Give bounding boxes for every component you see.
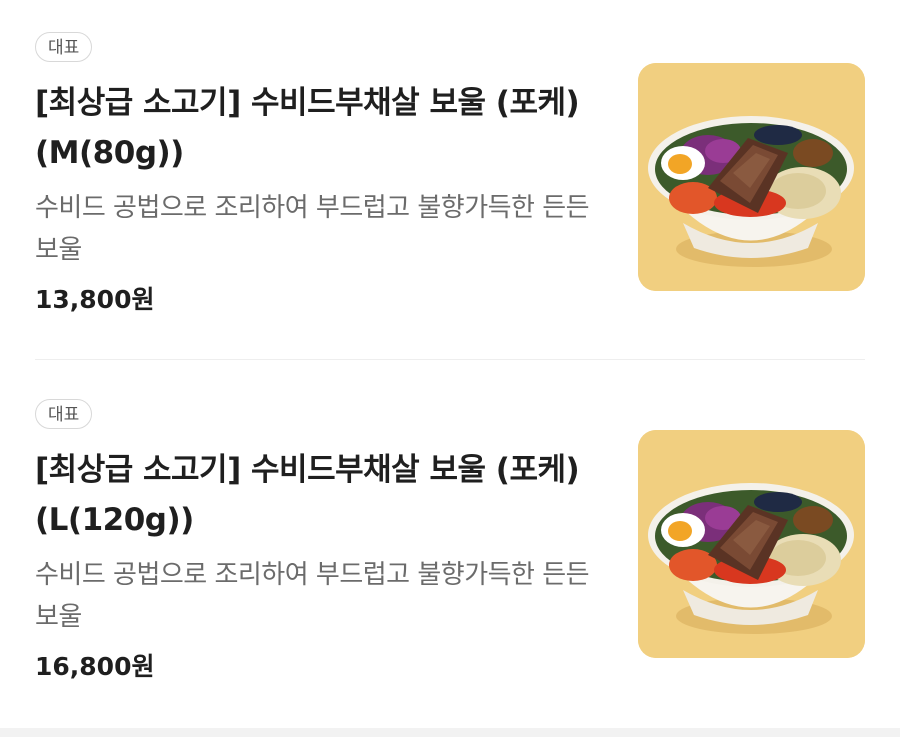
menu-image[interactable] xyxy=(638,430,865,658)
menu-image[interactable] xyxy=(638,63,865,291)
section-bottom-bar xyxy=(0,728,900,737)
menu-title: [최상급 소고기] 수비드부채살 보울 (포케)(L(120g)) xyxy=(35,452,580,538)
item-divider xyxy=(35,359,865,360)
menu-description: 수비드 공법으로 조리하여 부드럽고 불향가득한 든든 보울 xyxy=(35,193,590,265)
menu-description: 수비드 공법으로 조리하여 부드럽고 불향가득한 든든 보울 xyxy=(35,560,590,632)
menu-list: 대표 [최상급 소고기] 수비드부채살 보울 (포케)(M(80g)) 수비드 … xyxy=(0,0,900,737)
beef-poke-bowl-image xyxy=(638,63,865,291)
menu-item[interactable]: 대표 [최상급 소고기] 수비드부채살 보울 (포케)(L(120g)) 수비드… xyxy=(0,367,900,727)
signature-badge: 대표 xyxy=(35,32,93,62)
menu-price: 16,800원 xyxy=(35,652,155,681)
menu-item[interactable]: 대표 [최상급 소고기] 수비드부채살 보울 (포케)(M(80g)) 수비드 … xyxy=(0,0,900,360)
menu-price: 13,800원 xyxy=(35,285,155,314)
menu-title: [최상급 소고기] 수비드부채살 보울 (포케)(M(80g)) xyxy=(35,85,580,171)
signature-badge: 대표 xyxy=(35,399,93,429)
beef-poke-bowl-image xyxy=(638,430,865,658)
